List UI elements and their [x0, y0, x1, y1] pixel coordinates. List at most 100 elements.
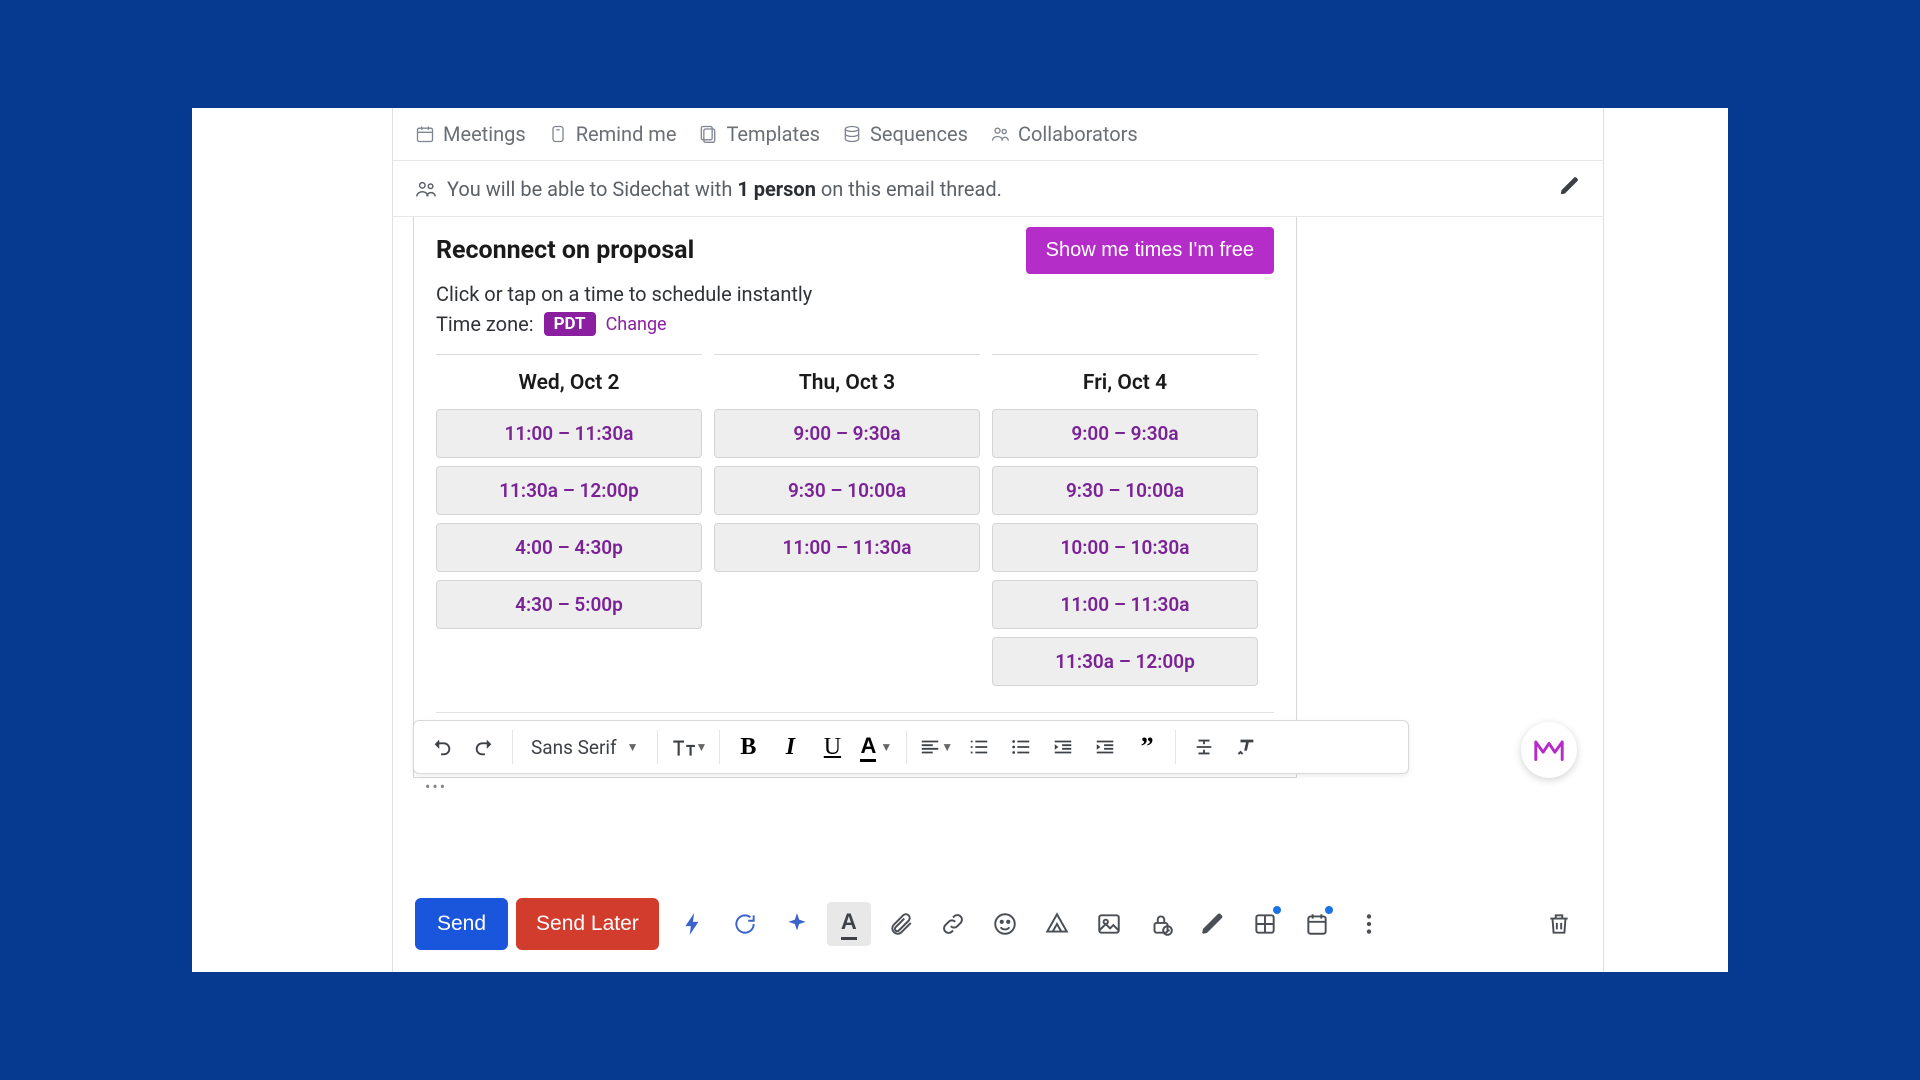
send-later-button[interactable]: Send Later: [516, 898, 659, 950]
indent-button[interactable]: [1085, 727, 1125, 767]
mixmax-badge-button[interactable]: [1521, 722, 1577, 778]
image-button[interactable]: [1087, 902, 1131, 946]
font-family-dropdown[interactable]: Sans Serif ▼: [521, 736, 649, 759]
collapsed-content-indicator[interactable]: •••: [425, 777, 447, 796]
redo-button[interactable]: [464, 727, 504, 767]
drive-button[interactable]: [1035, 902, 1079, 946]
remind-me-button[interactable]: Remind me: [548, 122, 677, 146]
schedule-button[interactable]: [1295, 902, 1339, 946]
compose-window: Meetings Remind me Templates Sequences C…: [392, 108, 1604, 972]
day-heading: Wed, Oct 2: [436, 354, 702, 409]
meetings-button[interactable]: Meetings: [415, 122, 526, 146]
outdent-icon: [1052, 736, 1074, 758]
discard-button[interactable]: [1537, 902, 1581, 946]
day-heading: Thu, Oct 3: [714, 354, 980, 409]
time-slot[interactable]: 11:00 – 11:30a: [714, 523, 980, 572]
templates-button[interactable]: Templates: [698, 122, 820, 146]
compose-body: Reconnect on proposal Show me times I'm …: [393, 217, 1603, 884]
sidechat-info-bar: You will be able to Sidechat with 1 pers…: [393, 161, 1603, 217]
strikethrough-button[interactable]: [1184, 727, 1224, 767]
time-slot[interactable]: 11:00 – 11:30a: [436, 409, 702, 458]
timezone-label: Time zone:: [436, 312, 534, 336]
show-times-button[interactable]: Show me times I'm free: [1026, 227, 1274, 274]
day-heading: Fri, Oct 4: [992, 354, 1258, 409]
chevron-down-icon: ▼: [696, 740, 708, 754]
days-row: Wed, Oct 2 11:00 – 11:30a 11:30a – 12:00…: [436, 354, 1274, 694]
bold-button[interactable]: B: [728, 734, 768, 761]
link-button[interactable]: [931, 902, 975, 946]
time-slot[interactable]: 11:30a – 12:00p: [436, 466, 702, 515]
grid-icon: [1252, 911, 1278, 937]
blockquote-button[interactable]: ”: [1127, 734, 1167, 760]
paperclip-icon: [888, 911, 914, 937]
layout-button[interactable]: [1243, 902, 1287, 946]
drive-icon: [1044, 911, 1070, 937]
font-size-dropdown[interactable]: ▼: [666, 734, 712, 760]
more-options-button[interactable]: [1347, 902, 1391, 946]
bulleted-list-button[interactable]: [1001, 727, 1041, 767]
numbered-list-icon: [968, 736, 990, 758]
day-column: Thu, Oct 3 9:00 – 9:30a 9:30 – 10:00a 11…: [714, 354, 980, 694]
remove-formatting-button[interactable]: [1226, 727, 1266, 767]
enhance-button[interactable]: [775, 902, 819, 946]
link-icon: [940, 911, 966, 937]
templates-label: Templates: [726, 122, 820, 146]
day-column: Fri, Oct 4 9:00 – 9:30a 9:30 – 10:00a 10…: [992, 354, 1258, 694]
remove-format-icon: [1235, 736, 1257, 758]
outdent-button[interactable]: [1043, 727, 1083, 767]
time-slot[interactable]: 9:30 – 10:00a: [714, 466, 980, 515]
underline-button[interactable]: U: [812, 734, 852, 761]
confidential-button[interactable]: [1139, 902, 1183, 946]
indent-icon: [1094, 736, 1116, 758]
send-button[interactable]: Send: [415, 898, 508, 950]
italic-button[interactable]: I: [770, 734, 810, 761]
mixmax-logo-icon: [1534, 739, 1564, 761]
time-slot[interactable]: 4:30 – 5:00p: [436, 580, 702, 629]
timezone-change-link[interactable]: Change: [606, 314, 667, 335]
collaborators-label: Collaborators: [1018, 122, 1138, 146]
attach-button[interactable]: [879, 902, 923, 946]
time-slot[interactable]: 10:00 – 10:30a: [992, 523, 1258, 572]
text-color-dropdown[interactable]: A ▼: [854, 733, 898, 762]
time-slot[interactable]: 9:00 – 9:30a: [714, 409, 980, 458]
lightning-button[interactable]: [671, 902, 715, 946]
remind-me-label: Remind me: [576, 122, 677, 146]
text-color-icon: A: [860, 733, 876, 762]
sequences-button[interactable]: Sequences: [842, 122, 968, 146]
edit-sidechat-button[interactable]: [1559, 175, 1581, 202]
people-icon: [415, 178, 437, 200]
undo-button[interactable]: [422, 727, 462, 767]
chevron-down-icon: ▼: [627, 740, 639, 754]
time-slot[interactable]: 9:30 – 10:00a: [992, 466, 1258, 515]
sparkle-icon: [784, 911, 810, 937]
text-format-toggle[interactable]: A: [827, 902, 871, 946]
align-left-icon: [919, 736, 941, 758]
time-slot[interactable]: 4:00 – 4:30p: [436, 523, 702, 572]
collaborators-button[interactable]: Collaborators: [990, 122, 1138, 146]
day-column: Wed, Oct 2 11:00 – 11:30a 11:30a – 12:00…: [436, 354, 702, 694]
scheduler-header: Reconnect on proposal Show me times I'm …: [436, 227, 1274, 274]
pencil-icon: [1559, 175, 1581, 197]
lock-clock-icon: [1148, 911, 1174, 937]
signature-button[interactable]: [1191, 902, 1235, 946]
timezone-row: Time zone: PDT Change: [436, 312, 1274, 336]
time-slot[interactable]: 11:00 – 11:30a: [992, 580, 1258, 629]
time-slot[interactable]: 9:00 – 9:30a: [992, 409, 1258, 458]
emoji-button[interactable]: [983, 902, 1027, 946]
mixmax-top-toolbar: Meetings Remind me Templates Sequences C…: [393, 108, 1603, 161]
sequences-icon: [842, 124, 862, 144]
sync-button[interactable]: [723, 902, 767, 946]
pen-icon: [1200, 911, 1226, 937]
more-vertical-icon: [1356, 911, 1382, 937]
numbered-list-button[interactable]: [959, 727, 999, 767]
scheduler-subtitle: Click or tap on a time to schedule insta…: [436, 282, 1274, 306]
bulleted-list-icon: [1010, 736, 1032, 758]
bottom-action-bar: Send Send Later A: [393, 884, 1603, 972]
sequences-label: Sequences: [870, 122, 968, 146]
align-dropdown[interactable]: ▼: [915, 736, 957, 758]
chevron-down-icon: ▼: [941, 740, 953, 754]
redo-icon: [473, 736, 495, 758]
collaborators-icon: [990, 124, 1010, 144]
time-slot[interactable]: 11:30a – 12:00p: [992, 637, 1258, 686]
scheduler-card: Reconnect on proposal Show me times I'm …: [413, 217, 1297, 778]
